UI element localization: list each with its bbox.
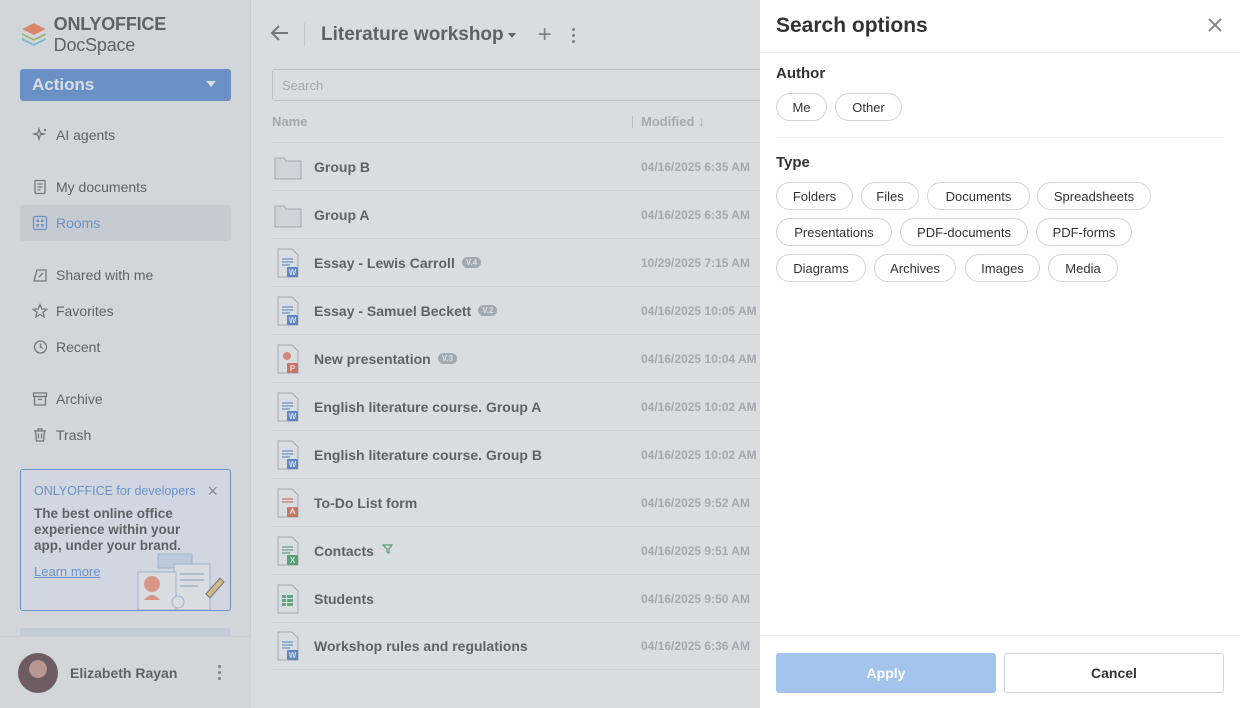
tag-author-other[interactable]: Other bbox=[835, 93, 902, 121]
tag-type-folders[interactable]: Folders bbox=[776, 182, 853, 210]
tag-type-spreadsheets[interactable]: Spreadsheets bbox=[1037, 182, 1151, 210]
type-section-title: Type bbox=[776, 154, 810, 171]
tag-type-presentations[interactable]: Presentations bbox=[776, 218, 892, 246]
tag-type-pdf-forms[interactable]: PDF-forms bbox=[1036, 218, 1132, 246]
author-section-title: Author bbox=[776, 65, 826, 82]
search-options-panel: Search options Author Me Other Type Fold… bbox=[760, 0, 1240, 708]
tag-type-pdf-documents[interactable]: PDF-documents bbox=[900, 218, 1028, 246]
tag-type-images[interactable]: Images bbox=[965, 254, 1040, 282]
panel-header: Search options bbox=[760, 0, 1240, 53]
tag-type-documents[interactable]: Documents bbox=[927, 182, 1030, 210]
tag-type-archives[interactable]: Archives bbox=[874, 254, 956, 282]
panel-footer: Apply Cancel bbox=[760, 635, 1240, 708]
tag-type-files[interactable]: Files bbox=[861, 182, 919, 210]
tag-type-media[interactable]: Media bbox=[1048, 254, 1118, 282]
section-divider bbox=[776, 137, 1224, 138]
tag-author-me[interactable]: Me bbox=[776, 93, 827, 121]
cancel-button[interactable]: Cancel bbox=[1004, 653, 1224, 693]
tag-type-diagrams[interactable]: Diagrams bbox=[776, 254, 866, 282]
panel-title: Search options bbox=[776, 14, 928, 37]
close-icon[interactable] bbox=[1206, 16, 1224, 34]
apply-button[interactable]: Apply bbox=[776, 653, 996, 693]
modal-backdrop[interactable] bbox=[0, 0, 760, 708]
